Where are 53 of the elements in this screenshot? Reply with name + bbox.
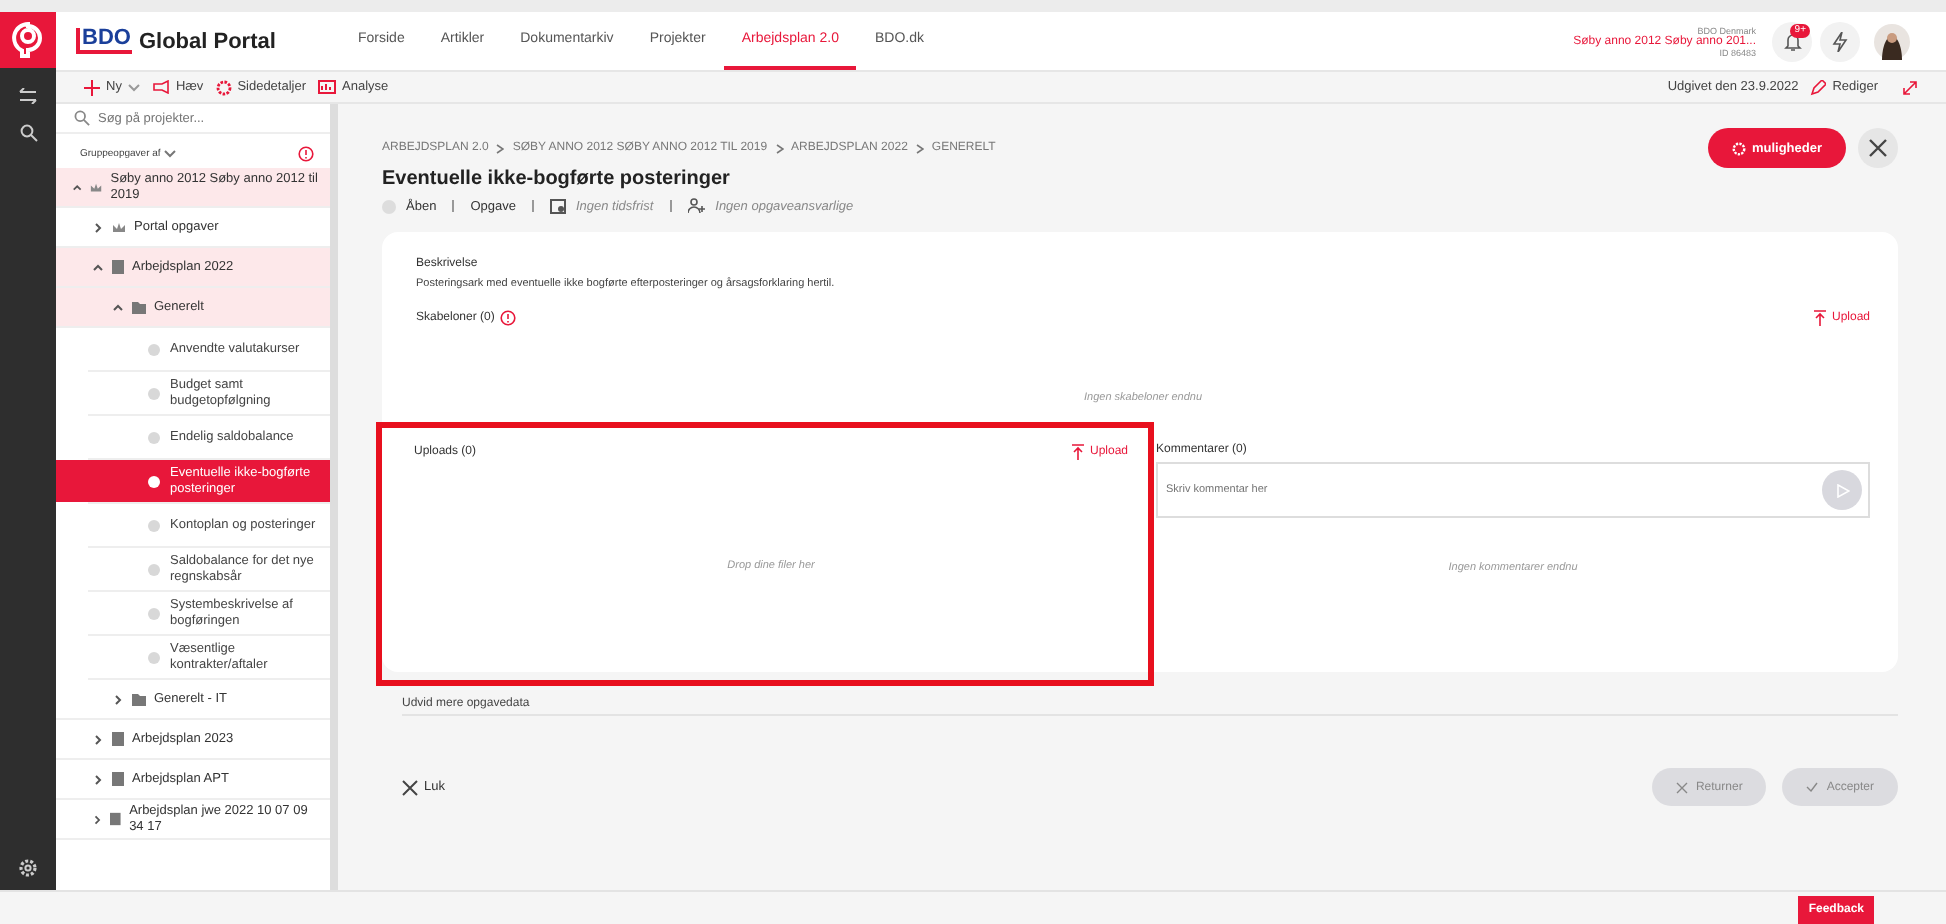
plus-icon xyxy=(84,79,100,95)
chevron-icon xyxy=(775,143,784,153)
expand-toggle-icon[interactable] xyxy=(72,181,83,193)
bolt-icon xyxy=(1832,31,1848,51)
pencil-icon xyxy=(1810,79,1827,95)
megaphone-icon xyxy=(151,80,170,94)
expand-toggle-icon[interactable] xyxy=(92,261,104,273)
bolt-button[interactable] xyxy=(1820,21,1860,61)
clipboard-icon xyxy=(112,732,124,746)
task-title: Eventuelle ikke-bogførte posteringer xyxy=(382,168,732,190)
crown-icon xyxy=(112,221,126,233)
upload-icon xyxy=(1813,310,1826,326)
search-icon[interactable] xyxy=(19,124,37,142)
check-icon xyxy=(1806,782,1819,792)
calendar-icon xyxy=(549,198,566,214)
folder-icon xyxy=(132,301,146,313)
expand-toggle-icon[interactable] xyxy=(112,301,124,313)
clipboard-icon xyxy=(110,812,122,826)
upload-icon xyxy=(1071,444,1084,460)
close-icon xyxy=(1868,138,1888,158)
gear-icon xyxy=(215,79,232,95)
caret-icon xyxy=(164,150,177,158)
brand-logo[interactable]: BDO xyxy=(76,28,133,54)
status-icon xyxy=(382,199,396,213)
close-icon xyxy=(402,779,418,795)
clipboard-icon xyxy=(112,772,124,786)
close-button[interactable] xyxy=(1858,128,1898,168)
chart-icon xyxy=(318,80,337,94)
expand-toggle-icon[interactable] xyxy=(92,773,104,785)
info-icon[interactable] xyxy=(500,310,517,326)
expand-toggle-icon[interactable] xyxy=(112,693,124,705)
swap-icon[interactable] xyxy=(18,88,38,104)
crown-icon xyxy=(90,181,103,193)
cross-icon xyxy=(1675,781,1688,793)
folder-icon xyxy=(132,693,146,705)
expand-toggle-icon[interactable] xyxy=(92,733,104,745)
bell-icon xyxy=(1783,31,1801,51)
expand-icon[interactable] xyxy=(1902,79,1918,95)
gear-icon xyxy=(1731,141,1746,155)
expand-toggle-icon[interactable] xyxy=(92,813,103,825)
people-icon xyxy=(687,198,706,214)
chevron-icon xyxy=(915,143,924,153)
search-icon xyxy=(74,110,90,126)
chevron-icon xyxy=(496,143,505,153)
settings-icon[interactable] xyxy=(18,858,38,878)
portal-logo-icon[interactable] xyxy=(0,12,56,68)
avatar[interactable] xyxy=(1874,23,1910,59)
portal-title: Global Portal xyxy=(138,29,276,53)
expand-toggle-icon[interactable] xyxy=(92,221,104,233)
caret-icon xyxy=(127,83,140,91)
send-icon xyxy=(1835,483,1849,497)
info-icon[interactable] xyxy=(298,146,314,162)
clipboard-icon xyxy=(112,260,124,274)
